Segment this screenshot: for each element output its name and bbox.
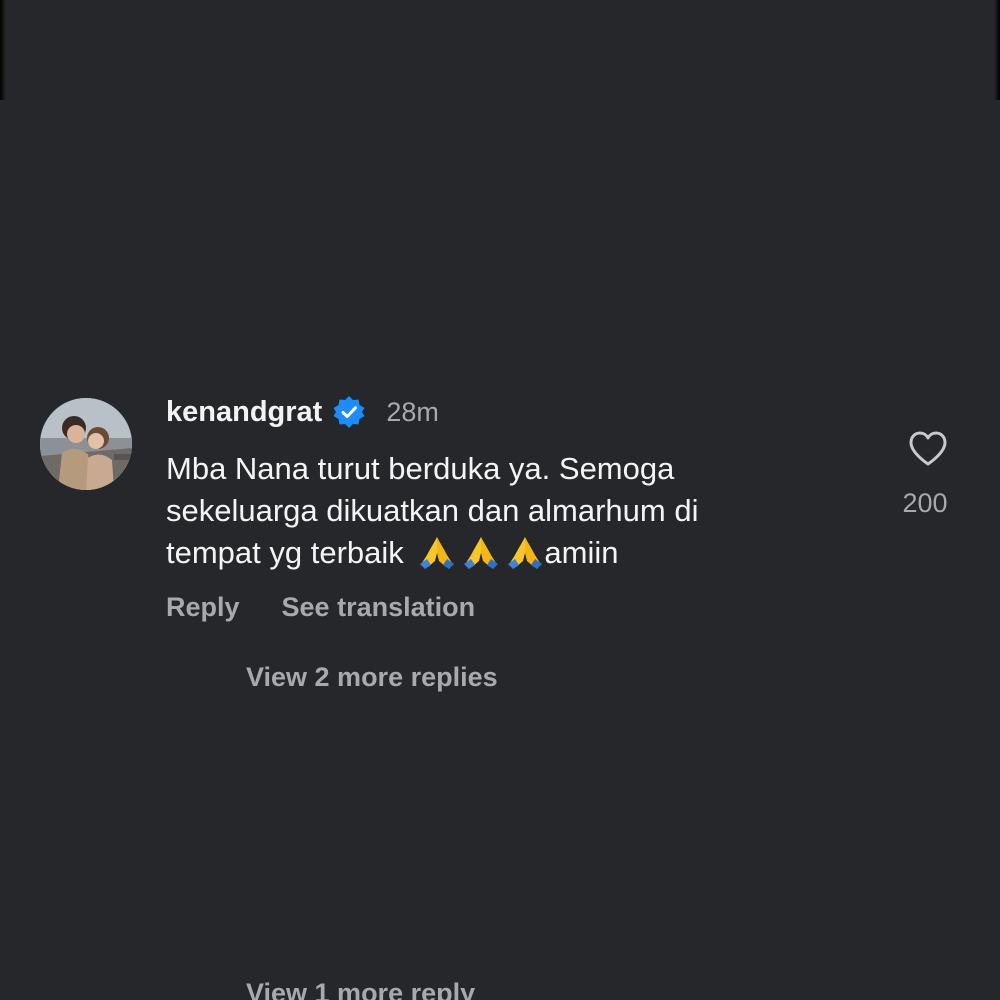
see-translation-button[interactable]: See translation — [282, 592, 476, 623]
comments-screen: kenandgrat 28m Mba Nana turut berduka ya… — [0, 0, 1000, 1000]
like-section: 200 — [900, 428, 956, 519]
comment-actions: Reply See translation — [166, 592, 846, 623]
reply-button[interactable]: Reply — [166, 592, 240, 623]
comment-username[interactable]: kenandgrat — [166, 396, 322, 429]
comment-content: kenandgrat 28m Mba Nana turut berduka ya… — [166, 395, 846, 623]
folded-hands-emoji — [418, 535, 456, 569]
comment-line: sekeluarga dikuatkan dan almarhum di — [166, 493, 699, 528]
view-more-replies-button-next[interactable]: View 1 more reply — [246, 978, 475, 1000]
comment-line-end: amiin — [544, 535, 619, 570]
comment-line-start: tempat yg terbaik — [166, 535, 413, 570]
comment-header: kenandgrat 28m — [166, 395, 846, 429]
folded-hands-emoji — [506, 535, 544, 569]
avatar-photo — [40, 398, 132, 490]
user-avatar[interactable] — [40, 398, 132, 490]
comment-line: Mba Nana turut berduka ya. Semoga — [166, 451, 675, 486]
view-more-replies-button[interactable]: View 2 more replies — [246, 662, 498, 693]
screen-edge-left — [0, 0, 6, 100]
comment-timestamp: 28m — [386, 396, 439, 427]
comment-line: tempat yg terbaik amiin — [166, 532, 846, 574]
heart-outline-icon[interactable] — [900, 428, 956, 470]
folded-hands-emoji — [462, 535, 500, 569]
comment-body: Mba Nana turut berduka ya. Semoga sekelu… — [166, 448, 846, 574]
verified-badge-icon — [332, 395, 366, 429]
screen-edge-right — [994, 0, 1000, 100]
like-count: 200 — [902, 488, 948, 518]
